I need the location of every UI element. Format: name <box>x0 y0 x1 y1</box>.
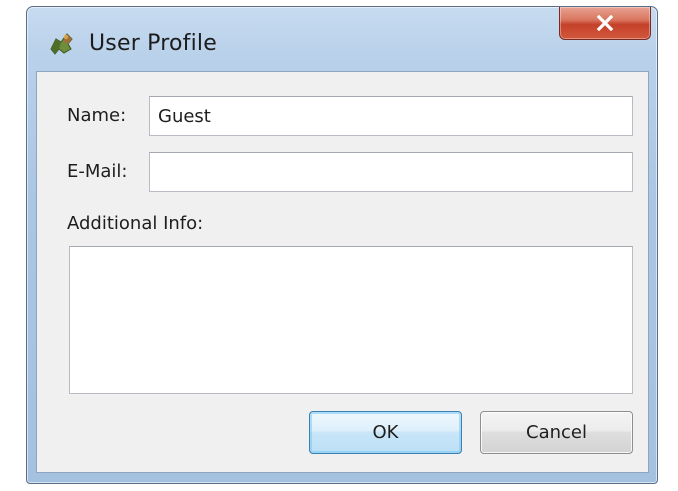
name-field[interactable] <box>149 96 633 136</box>
user-profile-window: User Profile Name: E-Mail: Additional In… <box>26 6 658 484</box>
puzzle-piece-icon <box>50 33 73 55</box>
window-title: User Profile <box>89 31 217 56</box>
name-label: Name: <box>67 105 127 126</box>
ok-button[interactable]: OK <box>309 411 462 454</box>
title-bar[interactable]: User Profile <box>27 7 657 69</box>
additional-info-label: Additional Info: <box>67 213 204 234</box>
dialog-client-area: Name: E-Mail: Additional Info: OK Cancel <box>36 71 649 473</box>
close-button[interactable] <box>559 7 651 40</box>
email-label: E-Mail: <box>67 161 128 182</box>
close-icon <box>596 15 614 31</box>
ok-button-label: OK <box>372 422 399 443</box>
cancel-button-label: Cancel <box>526 422 587 443</box>
additional-info-field[interactable] <box>69 246 633 394</box>
email-field[interactable] <box>149 152 633 192</box>
cancel-button[interactable]: Cancel <box>480 411 633 454</box>
